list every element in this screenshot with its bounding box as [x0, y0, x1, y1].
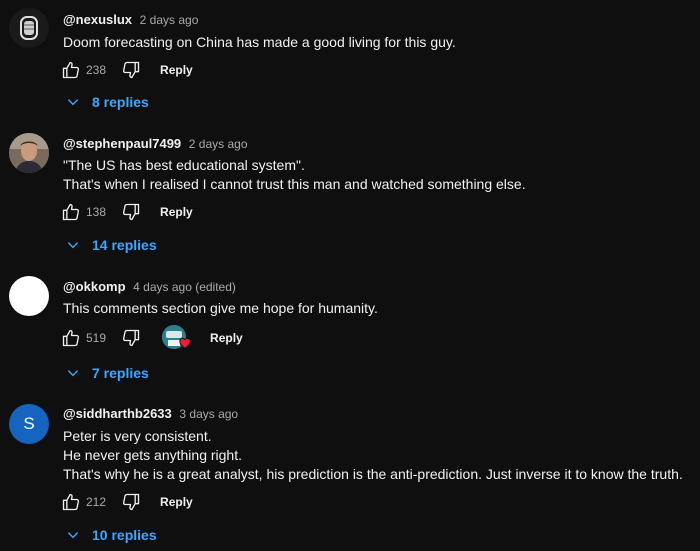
comment-line: He never gets anything right.: [63, 447, 242, 463]
thumbs-up-icon: [62, 61, 80, 79]
comment-text: Peter is very consistent. He never gets …: [63, 427, 683, 484]
comment-actions: 238 Reply: [60, 58, 193, 82]
thumbs-up-icon: [62, 493, 80, 511]
comment-header: @stephenpaul7499 2 days ago: [63, 136, 248, 151]
avatar[interactable]: [9, 8, 49, 48]
like-count: 238: [86, 63, 107, 77]
thumbs-down-icon: [123, 61, 140, 79]
comment-line: That's why he is a great analyst, his pr…: [63, 466, 683, 482]
dislike-button[interactable]: [120, 491, 142, 513]
author-name[interactable]: @stephenpaul7499: [63, 136, 181, 151]
comment-text: Doom forecasting on China has made a goo…: [63, 33, 456, 52]
thumbs-down-icon: [123, 493, 140, 511]
comment-actions: 519 Reply: [60, 325, 243, 351]
like-button[interactable]: [60, 201, 82, 223]
reply-button[interactable]: Reply: [160, 495, 193, 509]
comment-line: This comments section give me hope for h…: [63, 300, 378, 316]
comment-line: That's when I realised I cannot trust th…: [63, 176, 526, 192]
dislike-button[interactable]: [120, 59, 142, 81]
comment-text: This comments section give me hope for h…: [63, 299, 378, 318]
comment-actions: 138 Reply: [60, 200, 193, 224]
like-button[interactable]: [60, 59, 82, 81]
view-replies-button[interactable]: 7 replies: [66, 365, 149, 381]
comment-line: Doom forecasting on China has made a goo…: [63, 34, 456, 50]
comment-header: @siddharthb2633 3 days ago: [63, 406, 238, 421]
like-count: 212: [86, 495, 107, 509]
replies-count-label: 8 replies: [92, 94, 149, 110]
comment-actions: 212 Reply: [60, 490, 193, 514]
view-replies-button[interactable]: 10 replies: [66, 527, 157, 543]
comment-time[interactable]: 4 days ago (edited): [133, 280, 236, 294]
chevron-down-icon: [66, 366, 80, 380]
author-name[interactable]: @siddharthb2633: [63, 406, 172, 421]
thumbs-up-icon: [62, 329, 80, 347]
heart-icon: [178, 336, 192, 354]
chevron-down-icon: [66, 528, 80, 542]
chevron-down-icon: [66, 95, 80, 109]
author-name[interactable]: @nexuslux: [63, 12, 132, 27]
reply-button[interactable]: Reply: [160, 205, 193, 219]
replies-count-label: 7 replies: [92, 365, 149, 381]
avatar-letter: S: [23, 414, 35, 433]
reply-button[interactable]: Reply: [160, 63, 193, 77]
creator-heart-badge: [162, 325, 191, 351]
avatar[interactable]: S: [9, 404, 49, 444]
view-replies-button[interactable]: 14 replies: [66, 237, 157, 253]
comment-line: Peter is very consistent.: [63, 428, 212, 444]
reply-button[interactable]: Reply: [210, 331, 243, 345]
avatar[interactable]: [9, 276, 49, 316]
avatar[interactable]: [9, 133, 49, 173]
replies-count-label: 14 replies: [92, 237, 157, 253]
author-name[interactable]: @okkomp: [63, 279, 126, 294]
thumbs-up-icon: [62, 203, 80, 221]
comment-header: @okkomp 4 days ago (edited): [63, 279, 236, 294]
comment-time[interactable]: 3 days ago: [179, 407, 238, 421]
dislike-button[interactable]: [120, 327, 142, 349]
like-count: 519: [86, 331, 107, 345]
like-button[interactable]: [60, 491, 82, 513]
chevron-down-icon: [66, 238, 80, 252]
replies-count-label: 10 replies: [92, 527, 157, 543]
comment-text: "The US has best educational system". Th…: [63, 156, 526, 194]
dislike-button[interactable]: [120, 201, 142, 223]
comment-header: @nexuslux 2 days ago: [63, 12, 198, 27]
comment-time[interactable]: 2 days ago: [140, 13, 199, 27]
thumbs-down-icon: [123, 329, 140, 347]
view-replies-button[interactable]: 8 replies: [66, 94, 149, 110]
like-button[interactable]: [60, 327, 82, 349]
comment-time[interactable]: 2 days ago: [189, 137, 248, 151]
thumbs-down-icon: [123, 203, 140, 221]
comment-line: "The US has best educational system".: [63, 157, 305, 173]
like-count: 138: [86, 205, 107, 219]
